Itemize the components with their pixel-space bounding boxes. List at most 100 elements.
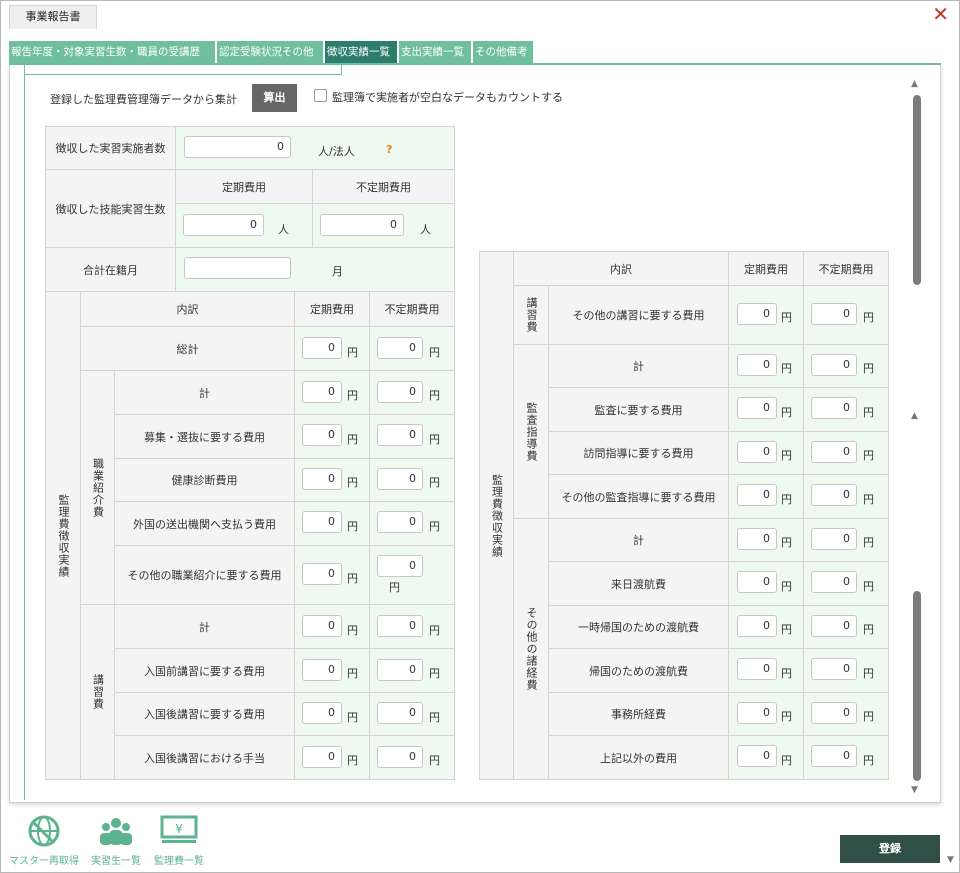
scroll-down-icon[interactable]: ▼ [911, 785, 918, 795]
amount-input[interactable]: 0 [302, 746, 342, 768]
amount-input[interactable]: 0 [811, 354, 857, 376]
amount-input[interactable]: 0 [302, 659, 342, 681]
amount-input[interactable]: 0 [737, 658, 777, 680]
amount-input[interactable]: 0 [377, 615, 423, 637]
scroll-down-icon[interactable]: ▼ [947, 855, 954, 865]
trainees-irregular-input[interactable]: 0 [320, 214, 404, 236]
submit-button[interactable]: 登録 [840, 835, 940, 863]
implementers-input[interactable]: 0 [184, 136, 291, 158]
right-section-label: 監査指導費 [514, 345, 549, 519]
scroll-up-icon[interactable]: ▲ [911, 411, 918, 421]
amount-input[interactable]: 0 [377, 511, 423, 533]
amount-input[interactable]: 0 [377, 424, 423, 446]
amount-input[interactable]: 0 [811, 528, 857, 550]
close-icon[interactable]: ✕ [932, 3, 949, 25]
yen-unit: 円 [781, 406, 792, 419]
row-label: 来日渡航費 [549, 562, 729, 606]
fee-list-label: 監理費一覧 [154, 856, 204, 867]
amount-input[interactable]: 0 [302, 468, 342, 490]
amount-input[interactable]: 0 [737, 571, 777, 593]
yen-bill-icon: ¥ [160, 815, 198, 843]
master-refresh-button[interactable]: マスター再取得 [6, 813, 82, 867]
amount-input[interactable]: 0 [737, 615, 777, 637]
amount-input[interactable]: 0 [811, 441, 857, 463]
amount-input[interactable]: 0 [302, 381, 342, 403]
yen-unit: 円 [429, 520, 440, 533]
window-title-tab[interactable]: 事業報告書 [9, 5, 97, 29]
calc-button[interactable]: 算出 [252, 84, 297, 112]
left-section-label: 講習費 [81, 605, 115, 780]
amount-input[interactable]: 0 [737, 354, 777, 376]
right-section-label: 講習費 [514, 286, 549, 345]
amount-input[interactable]: 0 [377, 337, 423, 359]
tab-report-year[interactable]: 報告年度・対象実習生数・職員の受講歴 [9, 41, 215, 63]
amount-input[interactable]: 0 [737, 484, 777, 506]
yen-unit: 円 [863, 493, 874, 506]
amount-input[interactable]: 0 [811, 571, 857, 593]
trainees-regular-header: 定期費用 [176, 170, 313, 204]
left-col-regular: 定期費用 [295, 292, 370, 327]
trainees-regular-input[interactable]: 0 [183, 214, 264, 236]
master-refresh-label: マスター再取得 [9, 856, 79, 867]
amount-input[interactable]: 0 [737, 397, 777, 419]
row-label: 入国後講習に要する費用 [115, 693, 295, 736]
yen-unit: 円 [781, 580, 792, 593]
trainee-list-button[interactable]: 実習生一覧 [85, 813, 147, 867]
amount-input[interactable]: 0 [737, 441, 777, 463]
left-group-text: 監理費徴収実績 [57, 493, 70, 578]
help-icon[interactable]: ? [386, 143, 392, 156]
tab-expense-results[interactable]: 支出実績一覧 [399, 41, 471, 63]
amount-input[interactable]: 0 [377, 555, 423, 577]
amount-input[interactable]: 0 [737, 745, 777, 767]
left-section-label: 職業紹介費 [81, 371, 115, 605]
amount-input[interactable]: 0 [377, 381, 423, 403]
include-blank-checkbox[interactable] [314, 89, 327, 102]
yen-unit: 円 [347, 520, 358, 533]
implementers-unit: 人/法人 [318, 145, 355, 158]
tab-collection-results[interactable]: 徴収実績一覧 [325, 41, 397, 63]
section-text: その他の諸経費 [525, 607, 538, 691]
scrollbar-thumb[interactable] [913, 95, 921, 285]
amount-input[interactable]: 0 [302, 702, 342, 724]
tab-exam-status[interactable]: 認定受験状況その他 [217, 41, 323, 63]
scroll-up-icon[interactable]: ▲ [911, 79, 918, 89]
row-label: 事務所経費 [549, 693, 729, 736]
amount-input[interactable]: 0 [377, 468, 423, 490]
yen-unit: 円 [347, 711, 358, 724]
right-section-label: その他の諸経費 [514, 519, 549, 780]
yen-unit: 円 [347, 667, 358, 680]
dialog-window: 事業報告書 ✕ 報告年度・対象実習生数・職員の受講歴 認定受験状況その他 徴収実… [0, 0, 960, 873]
amount-input[interactable]: 0 [811, 484, 857, 506]
amount-input[interactable]: 0 [377, 746, 423, 768]
amount-input[interactable]: 0 [302, 424, 342, 446]
scrollbar-thumb[interactable] [913, 591, 921, 781]
months-input[interactable] [184, 257, 291, 279]
yen-unit: 円 [863, 623, 874, 636]
amount-input[interactable]: 0 [811, 615, 857, 637]
yen-unit: 円 [863, 362, 874, 375]
amount-input[interactable]: 0 [811, 702, 857, 724]
yen-unit: 円 [781, 623, 792, 636]
yen-unit: 円 [863, 311, 874, 324]
section-text: 監査指導費 [525, 401, 538, 462]
amount-input[interactable]: 0 [377, 659, 423, 681]
amount-input[interactable]: 0 [811, 745, 857, 767]
amount-input[interactable]: 0 [302, 615, 342, 637]
fee-list-button[interactable]: ¥ 監理費一覧 [147, 813, 211, 867]
amount-input[interactable]: 0 [737, 303, 777, 325]
yen-unit: 円 [863, 667, 874, 680]
amount-input[interactable]: 0 [302, 337, 342, 359]
amount-input[interactable]: 0 [737, 702, 777, 724]
amount-input[interactable]: 0 [377, 702, 423, 724]
amount-input[interactable]: 0 [737, 528, 777, 550]
left-col-breakdown: 内訳 [81, 292, 295, 327]
amount-input[interactable]: 0 [302, 511, 342, 533]
trainee-list-label: 実習生一覧 [91, 856, 141, 867]
tab-other-notes[interactable]: その他備考 [473, 41, 533, 63]
right-group-label: 監理費徴収実績 [479, 251, 514, 780]
amount-input[interactable]: 0 [811, 658, 857, 680]
amount-input[interactable]: 0 [302, 563, 342, 585]
amount-input[interactable]: 0 [811, 397, 857, 419]
row-label: 募集・選抜に要する費用 [115, 415, 295, 459]
amount-input[interactable]: 0 [811, 303, 857, 325]
